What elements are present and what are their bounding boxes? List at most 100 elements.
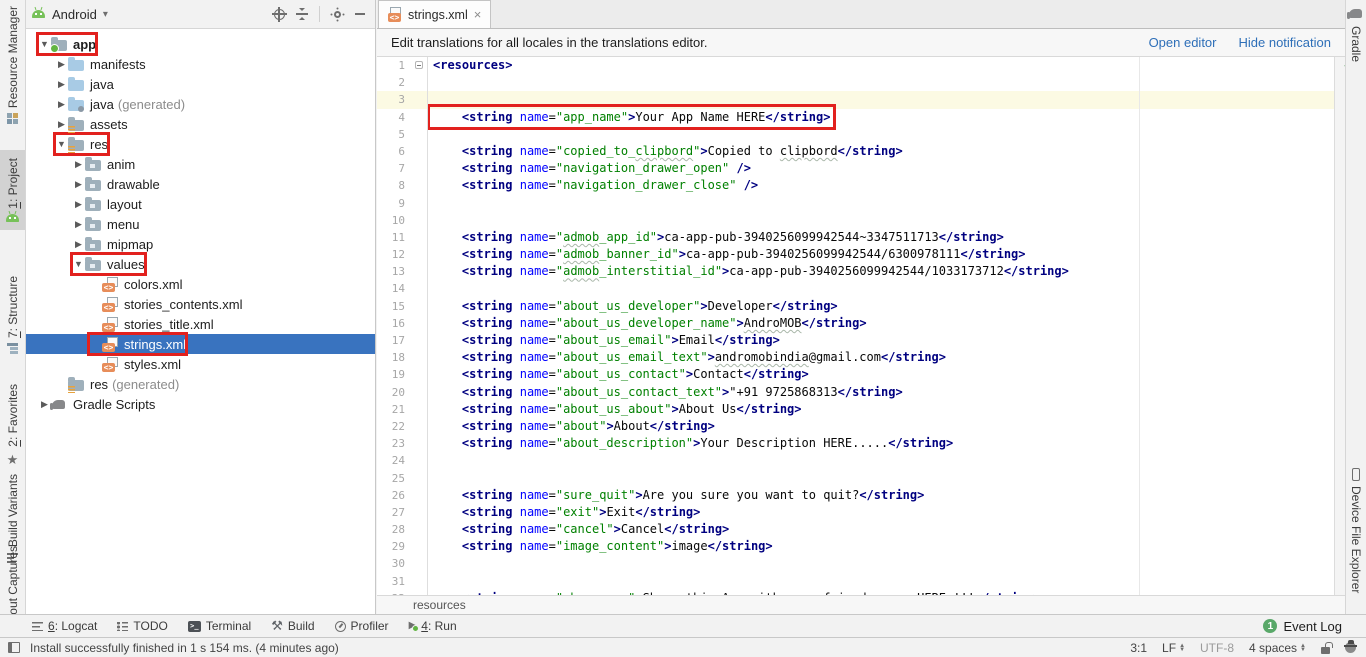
tree-item-stories-title.xml[interactable]: <>stories_title.xml bbox=[26, 314, 375, 334]
tree-item-app[interactable]: ▼app bbox=[26, 34, 375, 54]
toolwindow-button-build[interactable]: ⚒Build bbox=[261, 615, 324, 637]
event-log-button[interactable]: 1 Event Log bbox=[1263, 619, 1342, 634]
file-encoding[interactable]: UTF-8 bbox=[1200, 641, 1234, 655]
tab-strings-xml[interactable]: <> strings.xml × bbox=[378, 0, 491, 28]
code-line-13[interactable]: 13 <string name="admob_interstitial_id">… bbox=[377, 263, 1334, 280]
code-line-29[interactable]: 29 <string name="image_content">image</s… bbox=[377, 538, 1334, 555]
settings-button[interactable] bbox=[328, 5, 346, 23]
code-line-22[interactable]: 22 <string name="about">About</string> bbox=[377, 418, 1334, 435]
code-line-31[interactable]: 31 bbox=[377, 573, 1334, 590]
sidebar-item-favorites[interactable]: 2: Favorites★ bbox=[0, 384, 25, 468]
fold-icon[interactable] bbox=[415, 61, 423, 69]
code-editor[interactable]: 1<resources>234 <string name="app_name">… bbox=[377, 57, 1345, 595]
hide-notification-link[interactable]: Hide notification bbox=[1239, 35, 1332, 50]
tree-item-mipmap[interactable]: ▶mipmap bbox=[26, 234, 375, 254]
close-icon[interactable]: × bbox=[474, 7, 482, 22]
code-line-11[interactable]: 11 <string name="admob_app_id">ca-app-pu… bbox=[377, 229, 1334, 246]
chevron-right-icon[interactable]: ▶ bbox=[55, 99, 68, 110]
chevron-right-icon[interactable]: ▶ bbox=[55, 79, 68, 90]
sidebar-item-gradle[interactable]: Gradle bbox=[1346, 6, 1366, 62]
code-line-19[interactable]: 19 <string name="about_us_contact">Conta… bbox=[377, 366, 1334, 383]
tree-item-strings.xml[interactable]: <>strings.xml bbox=[26, 334, 375, 354]
tree-item-styles.xml[interactable]: <>styles.xml bbox=[26, 354, 375, 374]
toolwindow-button-profiler[interactable]: Profiler bbox=[325, 615, 399, 637]
code-line-3[interactable]: 3 bbox=[377, 91, 1334, 108]
chevron-down-icon[interactable]: ▾ bbox=[103, 9, 108, 20]
code-line-12[interactable]: 12 <string name="admob_banner_id">ca-app… bbox=[377, 246, 1334, 263]
code-line-16[interactable]: 16 <string name="about_us_developer_name… bbox=[377, 315, 1334, 332]
code-line-14[interactable]: 14 bbox=[377, 280, 1334, 297]
breadcrumb[interactable]: resources bbox=[377, 595, 1345, 614]
lock-icon[interactable] bbox=[1321, 647, 1330, 654]
code-line-32[interactable]: 32 <string name="share_app">Share this A… bbox=[377, 590, 1334, 595]
chevron-down-icon[interactable]: ▼ bbox=[55, 139, 68, 149]
code-line-10[interactable]: 10 bbox=[377, 212, 1334, 229]
code-line-27[interactable]: 27 <string name="exit">Exit</string> bbox=[377, 504, 1334, 521]
tree-item-anim[interactable]: ▶anim bbox=[26, 154, 375, 174]
editor-scrollbar[interactable]: ✓✓ bbox=[1334, 57, 1345, 595]
code-line-24[interactable]: 24 bbox=[377, 452, 1334, 469]
toolwindow-button-logcat[interactable]: 6: Logcat bbox=[22, 615, 107, 637]
chevron-right-icon[interactable]: ▶ bbox=[72, 199, 85, 210]
hide-panel-button[interactable] bbox=[351, 5, 369, 23]
tree-item-java[interactable]: ▶java(generated) bbox=[26, 94, 375, 114]
code-line-1[interactable]: 1<resources> bbox=[377, 57, 1334, 74]
line-ending-selector[interactable]: LF▲▼ bbox=[1162, 641, 1185, 655]
project-view-selector[interactable]: Android bbox=[52, 7, 97, 22]
code-line-26[interactable]: 26 <string name="sure_quit">Are you sure… bbox=[377, 487, 1334, 504]
sidebar-item-structure[interactable]: 7: Structure bbox=[0, 276, 25, 354]
toolwindow-button-run[interactable]: ▶4: Run bbox=[399, 615, 467, 637]
code-text: <string name="about_us_contact">Contact<… bbox=[427, 366, 809, 383]
code-line-2[interactable]: 2 bbox=[377, 74, 1334, 91]
collapse-all-button[interactable] bbox=[293, 5, 311, 23]
toolwindow-toggle-icon[interactable] bbox=[8, 642, 20, 653]
sidebar-item-project[interactable]: 1: Project bbox=[0, 150, 25, 230]
code-line-18[interactable]: 18 <string name="about_us_email_text">an… bbox=[377, 349, 1334, 366]
sidebar-item-device-file-explorer[interactable]: Device File Explorer bbox=[1346, 468, 1366, 593]
code-line-21[interactable]: 21 <string name="about_us_about">About U… bbox=[377, 401, 1334, 418]
code-line-23[interactable]: 23 <string name="about_description">Your… bbox=[377, 435, 1334, 452]
breadcrumb-item-resources[interactable]: resources bbox=[413, 598, 466, 612]
code-line-28[interactable]: 28 <string name="cancel">Cancel</string> bbox=[377, 521, 1334, 538]
tree-item-java[interactable]: ▶java bbox=[26, 74, 375, 94]
tree-item-stories-contents.xml[interactable]: <>stories_contents.xml bbox=[26, 294, 375, 314]
chevron-right-icon[interactable]: ▶ bbox=[72, 219, 85, 230]
locate-file-button[interactable] bbox=[270, 5, 288, 23]
code-line-4[interactable]: 4 <string name="app_name">Your App Name … bbox=[377, 109, 1334, 126]
chevron-right-icon[interactable]: ▶ bbox=[72, 179, 85, 190]
tree-item-assets[interactable]: ▶assets bbox=[26, 114, 375, 134]
code-line-25[interactable]: 25 bbox=[377, 470, 1334, 487]
code-line-7[interactable]: 7 <string name="navigation_drawer_open" … bbox=[377, 160, 1334, 177]
code-line-6[interactable]: 6 <string name="copied_to_clipbord">Copi… bbox=[377, 143, 1334, 160]
tree-item-values[interactable]: ▼values bbox=[26, 254, 375, 274]
chevron-right-icon[interactable]: ▶ bbox=[72, 239, 85, 250]
indent-selector[interactable]: 4 spaces▲▼ bbox=[1249, 641, 1306, 655]
tree-item-manifests[interactable]: ▶manifests bbox=[26, 54, 375, 74]
tree-item-gradle-scripts[interactable]: ▶Gradle Scripts bbox=[26, 394, 375, 414]
chevron-right-icon[interactable]: ▶ bbox=[72, 159, 85, 170]
tree-item-drawable[interactable]: ▶drawable bbox=[26, 174, 375, 194]
detective-icon[interactable] bbox=[1345, 642, 1356, 653]
tree-item-colors.xml[interactable]: <>colors.xml bbox=[26, 274, 375, 294]
code-line-30[interactable]: 30 bbox=[377, 555, 1334, 572]
tree-item-menu[interactable]: ▶menu bbox=[26, 214, 375, 234]
chevron-right-icon[interactable]: ▶ bbox=[55, 119, 68, 130]
caret-position[interactable]: 3:1 bbox=[1130, 641, 1147, 655]
toolwindow-button-terminal[interactable]: >_Terminal bbox=[178, 615, 261, 637]
code-line-8[interactable]: 8 <string name="navigation_drawer_close"… bbox=[377, 177, 1334, 194]
tree-item-res[interactable]: ▼res bbox=[26, 134, 375, 154]
tree-item-label: strings.xml bbox=[124, 337, 186, 352]
open-editor-link[interactable]: Open editor bbox=[1149, 35, 1217, 50]
code-line-17[interactable]: 17 <string name="about_us_email">Email</… bbox=[377, 332, 1334, 349]
code-line-9[interactable]: 9 bbox=[377, 195, 1334, 212]
chevron-down-icon[interactable]: ▼ bbox=[72, 259, 85, 269]
tree-item-layout[interactable]: ▶layout bbox=[26, 194, 375, 214]
toolwindow-button-todo[interactable]: TODO bbox=[107, 615, 177, 637]
code-line-15[interactable]: 15 <string name="about_us_developer">Dev… bbox=[377, 298, 1334, 315]
chevron-right-icon[interactable]: ▶ bbox=[55, 59, 68, 70]
tree-item-res[interactable]: res(generated) bbox=[26, 374, 375, 394]
sidebar-item-layout-captures[interactable]: Layout Captures bbox=[0, 546, 25, 614]
sidebar-item-resource-manager[interactable]: Resource Manager bbox=[0, 6, 25, 124]
code-line-20[interactable]: 20 <string name="about_us_contact_text">… bbox=[377, 384, 1334, 401]
code-line-5[interactable]: 5 bbox=[377, 126, 1334, 143]
